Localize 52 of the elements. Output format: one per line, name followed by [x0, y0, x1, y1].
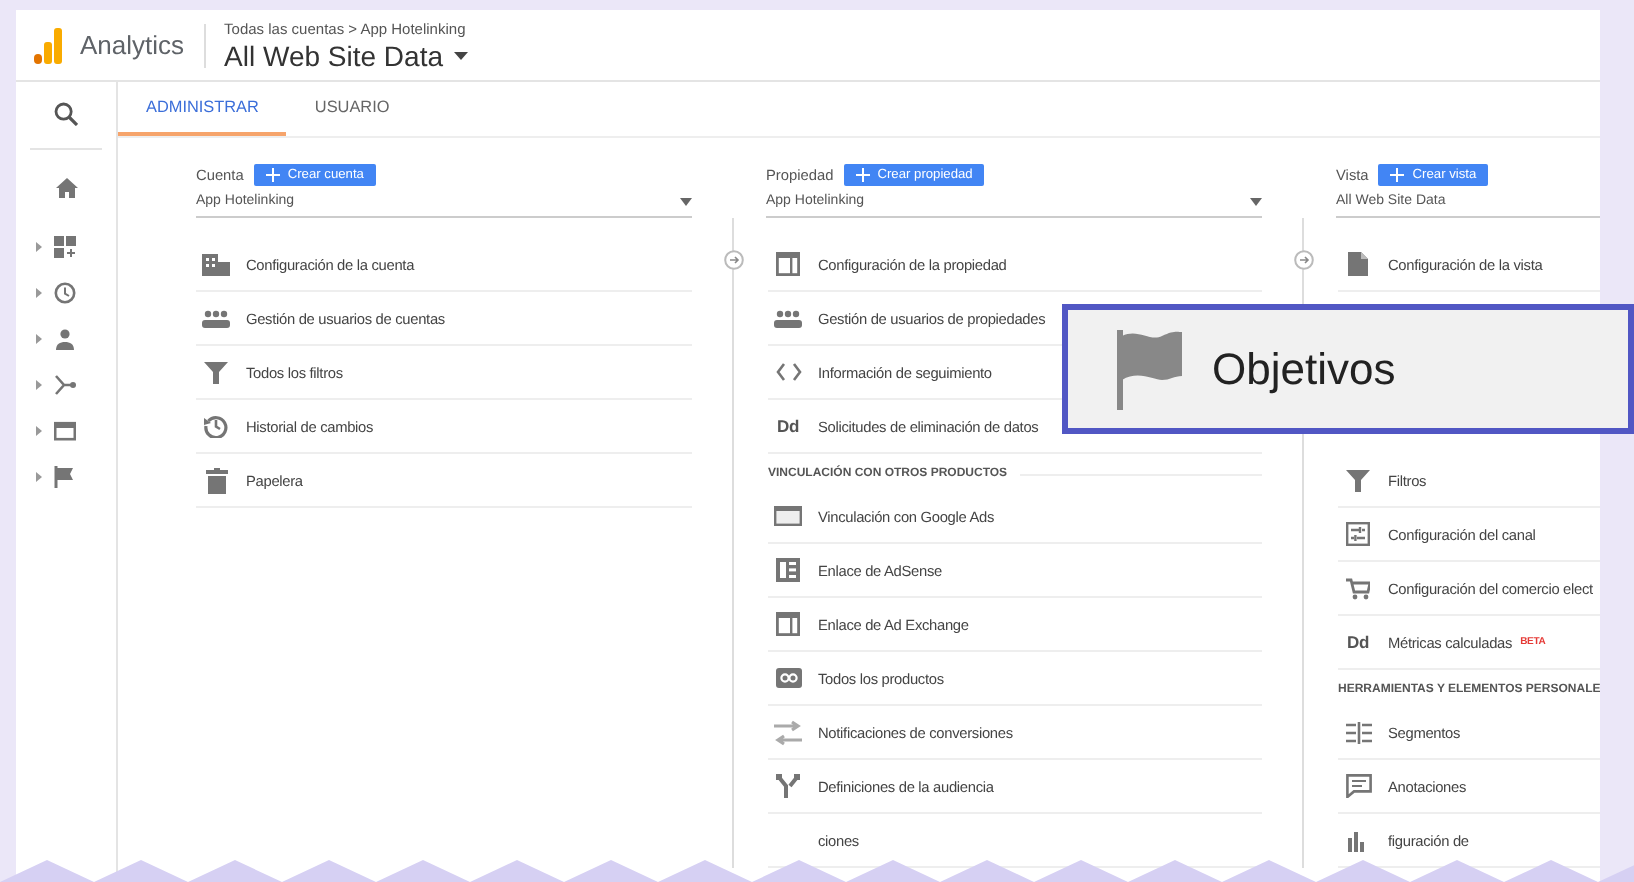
plus-icon — [265, 167, 280, 181]
sliders-icon — [1346, 522, 1370, 546]
analytics-logo-icon — [34, 27, 62, 63]
expand-arrow-icon — [36, 334, 42, 344]
tab[interactable]: USUARIO — [286, 82, 418, 136]
dd-icon: Dd — [1346, 632, 1370, 652]
dashboard-icon — [54, 236, 76, 258]
expand-arrow-icon — [36, 242, 42, 252]
caret-icon — [453, 51, 467, 59]
trash-icon — [205, 467, 227, 493]
link-icon — [775, 668, 801, 688]
expand-arrow-icon — [36, 380, 42, 390]
bar-chart-icon — [1348, 828, 1368, 852]
expand-arrow-icon — [36, 288, 42, 298]
flag-icon — [1116, 329, 1184, 409]
arrow-circle-icon — [724, 250, 744, 270]
dropdown-arrow-icon — [680, 197, 692, 205]
expand-arrow-icon — [36, 472, 42, 482]
dd-icon: Dd — [776, 416, 800, 436]
home-icon — [55, 178, 77, 198]
clock-icon — [54, 282, 76, 304]
expand-arrow-icon — [36, 426, 42, 436]
arrow-circle-icon — [1294, 250, 1314, 270]
swap-arrows-icon — [774, 719, 802, 745]
funnel-icon — [204, 361, 228, 383]
branch-icon — [54, 374, 76, 396]
flag-icon — [54, 466, 76, 488]
plus-icon — [1390, 167, 1405, 181]
tab[interactable]: ADMINISTRAR — [118, 82, 287, 136]
plus-icon — [855, 167, 870, 181]
list-icon — [776, 558, 800, 582]
history-icon — [204, 414, 228, 438]
window-icon — [776, 252, 800, 276]
person-icon — [54, 328, 76, 350]
segments-icon — [1345, 721, 1371, 743]
search-icon — [54, 102, 78, 126]
code-icon — [775, 362, 801, 382]
app-name: Analytics — [80, 23, 207, 67]
comment-icon — [1345, 774, 1371, 798]
document-icon — [1348, 252, 1368, 276]
cart-icon — [1346, 577, 1370, 599]
view-name[interactable]: All Web Site Data — [224, 39, 443, 71]
people-icon — [774, 309, 802, 327]
card-icon — [54, 420, 76, 442]
funnel-icon — [1346, 469, 1370, 491]
panel-icon — [774, 506, 802, 526]
window-icon — [776, 612, 800, 636]
building-icon — [202, 252, 230, 276]
callout-label: Objetivos — [1212, 343, 1396, 395]
dropdown-arrow-icon — [1250, 197, 1262, 205]
fork-icon — [776, 774, 800, 798]
people-icon — [202, 309, 230, 327]
